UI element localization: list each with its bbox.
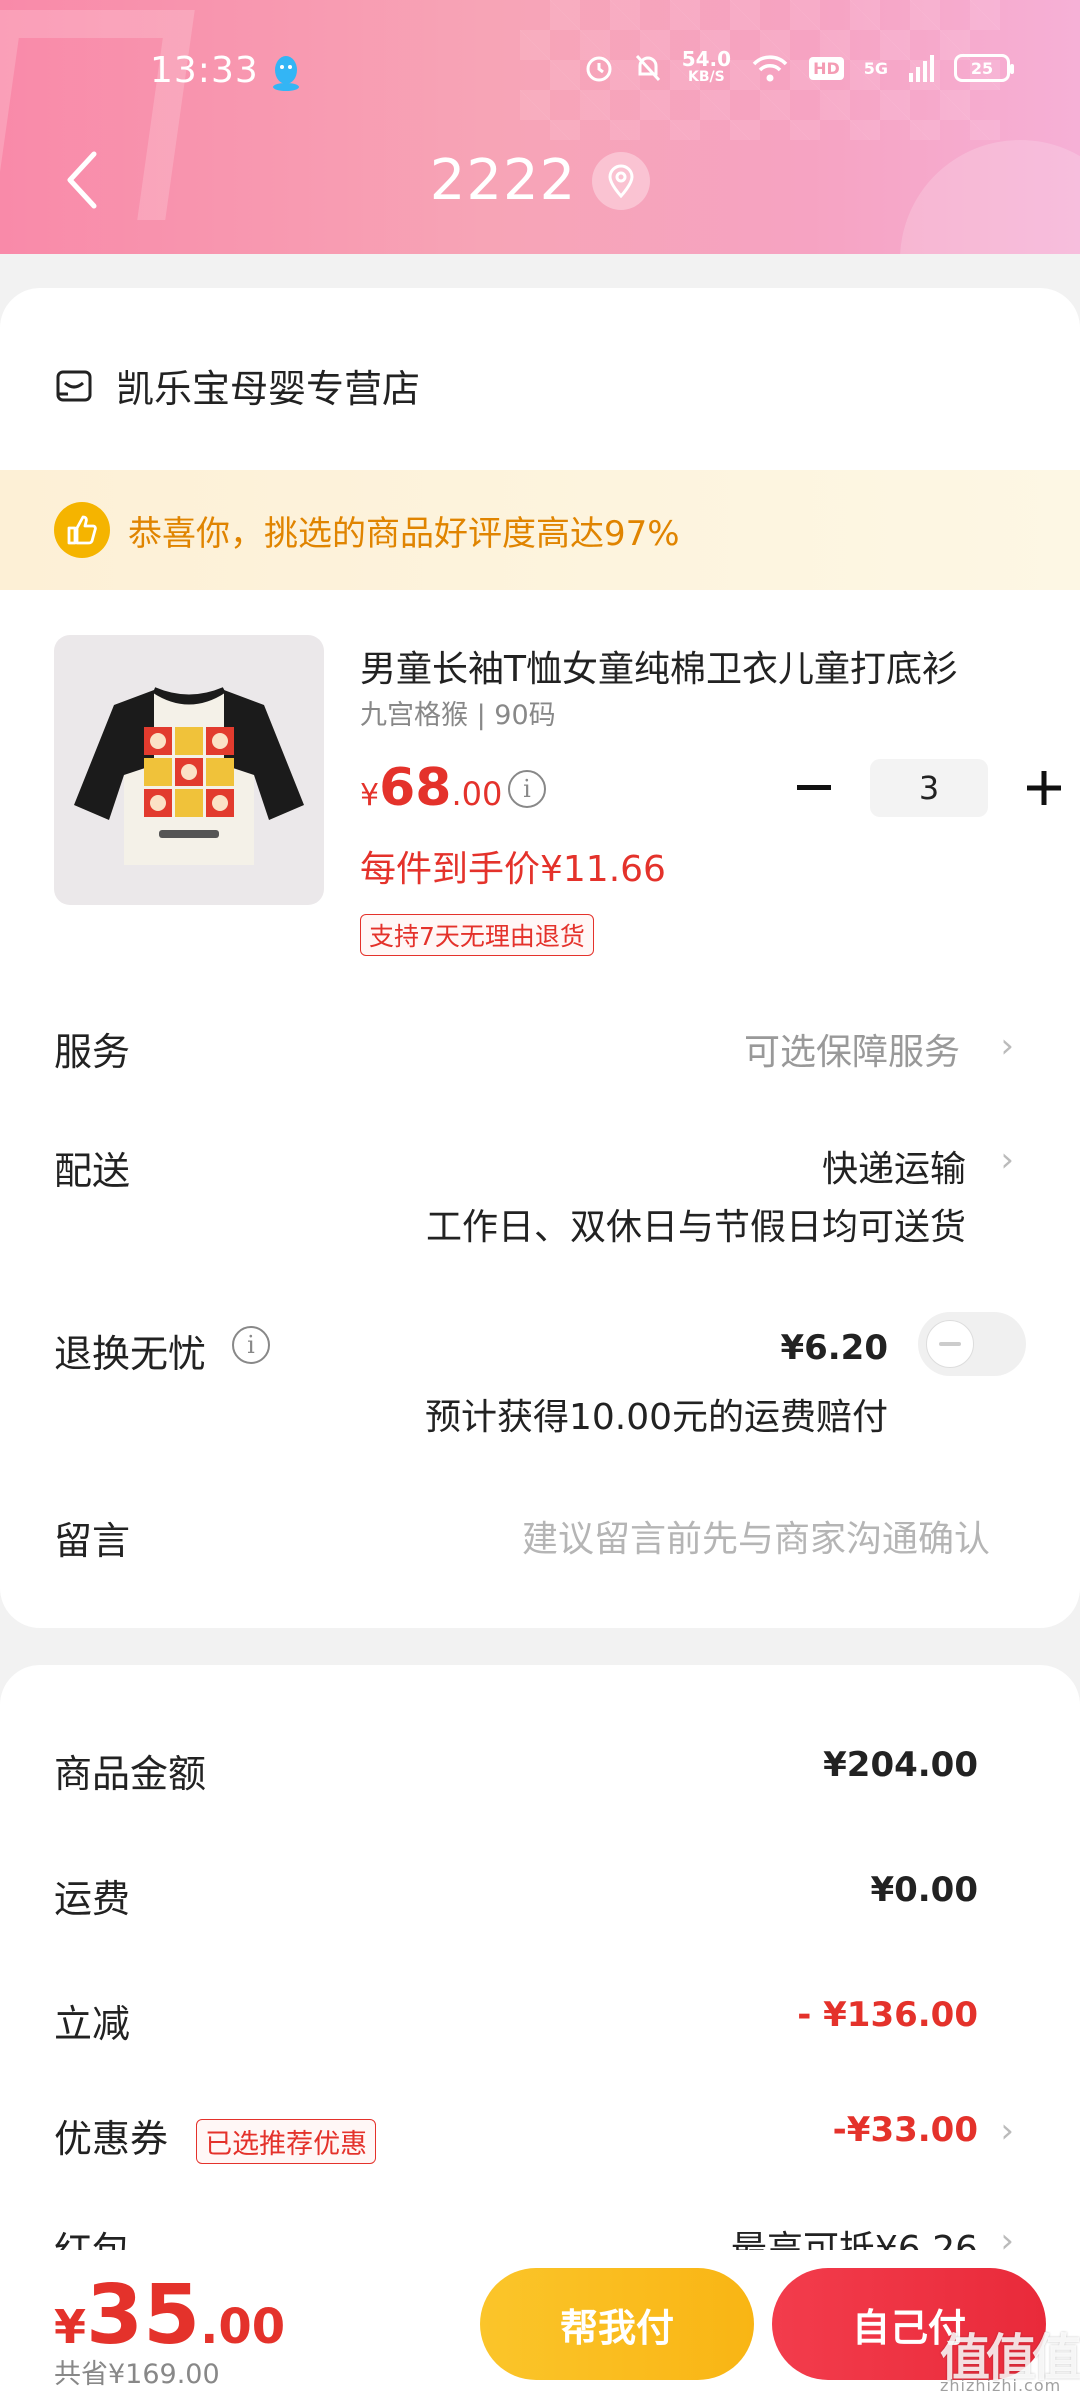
toggle-knob	[926, 1320, 974, 1368]
mute-icon	[635, 54, 660, 82]
return-insurance-toggle[interactable]	[918, 1312, 1026, 1376]
store-row[interactable]: 凯乐宝母婴专营店	[54, 358, 420, 413]
status-bar: 13:33 54.0 KB/S HD 5G 25	[0, 0, 1080, 130]
store-name[interactable]: 凯乐宝母婴专营店	[116, 358, 420, 413]
status-time: 13:33	[150, 50, 259, 91]
total-symbol: ¥	[54, 2300, 87, 2354]
net-speed-value: 54.0	[681, 47, 732, 71]
quantity-stepper: 3	[784, 758, 1074, 818]
checkout-bar: ¥ 35 .00 共省¥169.00 帮我付 自己付	[0, 2250, 1080, 2400]
discount-label: 立减	[54, 2002, 131, 2046]
store-icon	[56, 370, 92, 401]
alarm-icon	[586, 56, 612, 82]
nav-title[interactable]: 2222	[0, 148, 1080, 213]
product-title[interactable]: 男童长袖T恤女童纯棉卫衣儿童打底衫	[360, 640, 1000, 692]
product-spec[interactable]: 九宫格猴 | 90码	[360, 693, 556, 732]
chevron-right-icon[interactable]: ›	[1000, 1026, 1014, 1066]
order-card: 凯乐宝母婴专营店 恭喜你，挑选的商品好评度高达97% 男童长袖T恤女童纯棉卫衣儿…	[0, 288, 1080, 1628]
rating-banner-text: 恭喜你，挑选的商品好评度高达97%	[128, 513, 680, 554]
return-policy-tag: 支持7天无理由退货	[360, 914, 594, 956]
goods-amount-value: ¥204.00	[823, 1745, 978, 1785]
location-pin-icon[interactable]	[592, 151, 651, 210]
shipping-value: ¥0.00	[870, 1870, 978, 1910]
decrease-button[interactable]	[784, 758, 844, 818]
battery-icon: 25	[954, 54, 1014, 82]
return-insurance-note: 预计获得10.00元的运费赔付	[424, 1397, 888, 1438]
rating-banner: 恭喜你，挑选的商品好评度高达97%	[0, 470, 1080, 590]
saved-amount: 共省¥169.00	[54, 2359, 220, 2390]
delivery-value[interactable]: 快递运输	[822, 1140, 966, 1192]
total-integer: 35	[86, 2268, 201, 2363]
delivery-note: 工作日、双休日与节假日均可送货	[425, 1207, 966, 1248]
unit-price: 每件到手价¥11.66	[360, 849, 666, 890]
product-price: ¥ 68 .00	[360, 758, 502, 818]
goods-amount-label: 商品金额	[54, 1752, 207, 1796]
net-speed-unit: KB/S	[688, 69, 725, 85]
total-price: ¥ 35 .00	[54, 2268, 285, 2363]
shipping-label: 运费	[54, 1877, 131, 1921]
net-speed: 54.0 KB/S	[681, 47, 732, 86]
status-icons: 54.0 KB/S HD 5G 25	[584, 47, 1014, 86]
message-input[interactable]: 建议留言前先与商家沟通确认	[522, 1510, 990, 1562]
message-label: 留言	[54, 1519, 131, 1563]
chevron-right-icon[interactable]: ›	[1000, 2111, 1014, 2151]
return-insurance-label: 退换无忧	[54, 1332, 207, 1376]
service-value[interactable]: 可选保障服务	[744, 1023, 960, 1075]
coupon-row[interactable]: 优惠券 已选推荐优惠	[54, 2108, 377, 2164]
hd-badge: HD	[809, 56, 844, 80]
battery-level: 25	[970, 58, 994, 78]
total-decimal: .00	[200, 2299, 286, 2355]
price-symbol: ¥	[360, 778, 380, 813]
delivery-label: 配送	[54, 1149, 131, 1193]
price-integer: 68	[379, 758, 452, 818]
return-info-icon[interactable]: i	[232, 1326, 270, 1364]
quantity-input[interactable]: 3	[870, 759, 988, 817]
coupon-value[interactable]: -¥33.00	[833, 2110, 978, 2150]
price-info-icon[interactable]: i	[508, 770, 546, 808]
address-title[interactable]: 2222	[430, 148, 577, 213]
service-label: 服务	[54, 1030, 131, 1074]
header: 13:33 54.0 KB/S HD 5G 25 2222	[0, 0, 1080, 254]
watermark-url: zhizhizhi.com	[940, 2376, 1062, 2395]
coupon-label: 优惠券	[54, 2117, 169, 2161]
return-insurance-price: ¥6.20	[780, 1328, 888, 1368]
wifi-icon	[752, 55, 788, 82]
qq-icon	[273, 56, 299, 91]
help-me-pay-button[interactable]: 帮我付	[480, 2268, 754, 2380]
price-decimal: .00	[451, 775, 503, 813]
discount-value: - ¥136.00	[797, 1995, 978, 2035]
increase-button[interactable]	[1014, 758, 1074, 818]
watermark: 值值值 zhizhizhi.com	[940, 2318, 1080, 2395]
signal-icon	[909, 55, 934, 82]
coupon-tag: 已选推荐优惠	[196, 2119, 377, 2164]
thumbs-up-icon	[54, 502, 110, 558]
product-image[interactable]	[54, 635, 324, 905]
chevron-right-icon[interactable]: ›	[1000, 1140, 1014, 1180]
signal-label: 5G	[863, 58, 888, 78]
